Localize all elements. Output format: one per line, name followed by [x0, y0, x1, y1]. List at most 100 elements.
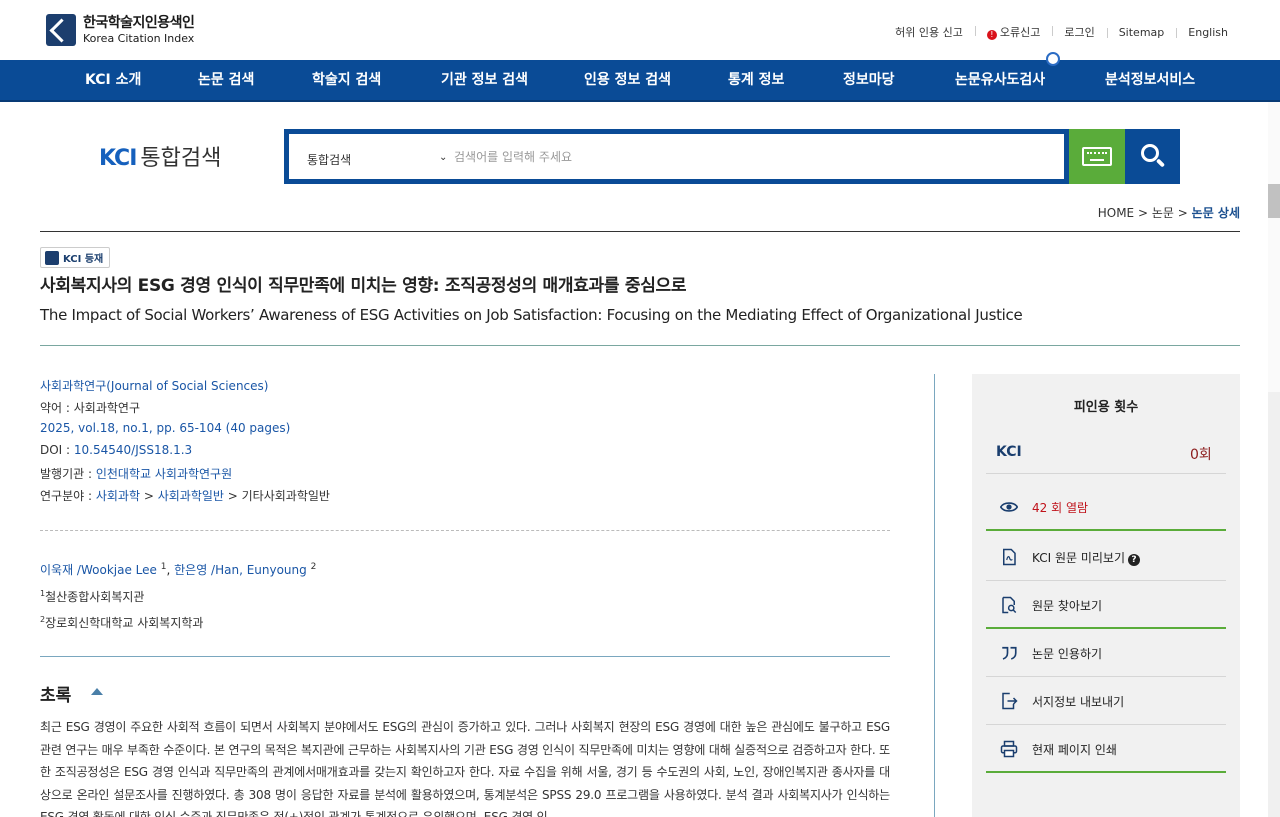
- breadcrumb-separator: >: [1177, 206, 1188, 220]
- english-link[interactable]: English: [1176, 26, 1240, 39]
- authors: 이욱재 /Wookjae Lee 1, 한은영 /Han, Eunyoung 2: [40, 562, 317, 577]
- logo-korean: 한국학술지인용색인: [83, 15, 195, 31]
- divider: [986, 473, 1226, 474]
- eye-icon: [1000, 502, 1018, 512]
- nav-institution-search[interactable]: 기관 정보 검색: [441, 60, 528, 100]
- alert-icon: !: [986, 30, 997, 40]
- kci-integrated-search-brand: KCI 통합검색: [99, 140, 221, 172]
- abstract-text: 최근 ESG 경영이 주요한 사회적 흐름이 되면서 사회복지 분야에서도 ES…: [40, 720, 890, 817]
- search-icon-handle: [1155, 158, 1166, 168]
- field-general-link[interactable]: 사회과학일반: [158, 489, 224, 503]
- nav-analysis-service[interactable]: 분석정보서비스: [1105, 60, 1195, 100]
- abstract-heading: 초록: [40, 686, 72, 706]
- find-original-label: 원문 찾아보기: [1032, 599, 1103, 613]
- dashed-divider: [40, 530, 890, 531]
- badge-label: KCI 등재: [63, 254, 104, 265]
- publisher-label: 발행기관 :: [40, 467, 96, 481]
- quote-icon: [1002, 646, 1017, 660]
- search-scope-value: 통합검색: [307, 153, 352, 167]
- field-other: 기타사회과학일반: [241, 489, 330, 503]
- brand-text: 통합검색: [140, 146, 222, 171]
- view-count: 42 회 열람: [1032, 501, 1089, 515]
- divider: [40, 231, 1240, 232]
- publisher-link[interactable]: 인천대학교 사회과학연구원: [96, 467, 232, 481]
- login-link[interactable]: 로그인: [1052, 24, 1106, 40]
- collapse-caret-icon[interactable]: [91, 688, 103, 695]
- logo-english: Korea Citation Index: [83, 32, 195, 45]
- column-divider: [934, 374, 935, 817]
- kci-citation-row: KCI 0회: [986, 374, 1226, 463]
- export-bibliography-button[interactable]: 서지정보 내보내기: [986, 677, 1226, 725]
- nav-similarity-check[interactable]: 논문유사도검사: [955, 60, 1045, 100]
- cite-paper-label: 논문 인용하기: [1032, 647, 1103, 661]
- utility-links: 허위 인용 신고 ! 오류신고 로그인 Sitemap English: [883, 24, 1240, 40]
- divider: [40, 656, 890, 657]
- keyboard-icon: [1082, 147, 1112, 166]
- print-page-label: 현재 페이지 인쇄: [1032, 743, 1117, 757]
- kci-preview-button[interactable]: KCI 원문 미리보기?: [986, 533, 1226, 581]
- abbr-label: 약어 :: [40, 401, 74, 415]
- abbr-value: 사회과학연구: [73, 401, 141, 415]
- journal-link[interactable]: 사회과학연구(Journal of Social Sciences): [40, 377, 268, 394]
- document-search-icon: [1002, 596, 1017, 614]
- doi: DOI : 10.54540/JSS18.1.3: [40, 443, 192, 457]
- page-scrollbar[interactable]: [1268, 102, 1280, 817]
- search-box: 통합검색 ⌄: [284, 129, 1069, 184]
- virtual-keyboard-button[interactable]: [1069, 129, 1125, 184]
- breadcrumb-current: 논문 상세: [1191, 206, 1240, 220]
- kci-citation-label: KCI: [996, 444, 1022, 460]
- search-scope-select[interactable]: 통합검색 ⌄: [307, 151, 447, 168]
- breadcrumb-home[interactable]: HOME: [1098, 206, 1134, 220]
- brand-kci: KCI: [99, 146, 137, 171]
- author-sup: 1: [160, 562, 167, 572]
- help-icon[interactable]: ?: [1128, 554, 1141, 566]
- field-label: 연구분야 :: [40, 489, 96, 503]
- nav-statistics[interactable]: 통계 정보: [728, 60, 784, 100]
- nav-citation-search[interactable]: 인용 정보 검색: [584, 60, 671, 100]
- kci-badge-icon: [45, 250, 59, 265]
- printer-icon: [1000, 740, 1018, 758]
- false-citation-report-link[interactable]: 허위 인용 신고: [883, 24, 975, 40]
- author-link[interactable]: 이욱재 /Wookjae Lee: [40, 563, 157, 577]
- doi-label: DOI :: [40, 443, 74, 457]
- nav-info-board[interactable]: 정보마당: [843, 60, 895, 100]
- doi-link[interactable]: 10.54540/JSS18.1.3: [74, 443, 192, 457]
- find-original-button[interactable]: 원문 찾아보기: [986, 581, 1226, 629]
- divider: [40, 345, 1240, 346]
- side-panel: 피인용 횟수 KCI 0회 42 회 열람 KCI 원문 미리보기? 원문 찾아…: [972, 374, 1240, 817]
- kci-logo[interactable]: 한국학술지인용색인 Korea Citation Index: [46, 14, 195, 46]
- volume-info-link[interactable]: 2025, vol.18, no.1, pp. 65-104 (40 pages…: [40, 421, 290, 435]
- affiliation: 1철산종합사회복지관: [40, 588, 144, 605]
- error-report-link[interactable]: ! 오류신고: [974, 24, 1052, 40]
- magnifier-badge-icon: [1046, 52, 1060, 66]
- print-page-button[interactable]: 현재 페이지 인쇄: [986, 725, 1226, 773]
- scrollbar-track: [1268, 102, 1280, 392]
- top-header: 한국학술지인용색인 Korea Citation Index 허위 인용 신고 …: [0, 0, 1280, 60]
- nav-kci-intro[interactable]: KCI 소개: [85, 60, 141, 100]
- nav-journal-search[interactable]: 학술지 검색: [312, 60, 381, 100]
- green-divider: [986, 529, 1226, 531]
- export-icon: [1002, 692, 1018, 710]
- paper-title-english: The Impact of Social Workers’ Awareness …: [40, 306, 1023, 324]
- field-social-science-link[interactable]: 사회과학: [96, 489, 140, 503]
- aff-text: 장로회신학대학교 사회복지학과: [45, 616, 204, 630]
- pdf-file-icon: [1003, 548, 1016, 566]
- kci-preview-text: KCI 원문 미리보기: [1032, 551, 1126, 565]
- kci-logo-icon: [46, 14, 76, 46]
- sitemap-link[interactable]: Sitemap: [1106, 26, 1177, 39]
- kci-preview-label: KCI 원문 미리보기?: [1032, 549, 1141, 566]
- chevron-down-icon: ⌄: [439, 152, 448, 163]
- affiliation: 2장로회신학대학교 사회복지학과: [40, 614, 203, 631]
- green-divider: [986, 771, 1226, 773]
- search-input[interactable]: [454, 144, 1054, 169]
- breadcrumb-separator: >: [1137, 206, 1149, 220]
- cite-paper-button[interactable]: 논문 인용하기: [986, 629, 1226, 677]
- error-report-label: 오류신고: [999, 26, 1041, 39]
- author-link[interactable]: 한은영 /Han, Eunyoung: [174, 563, 307, 577]
- scrollbar-thumb[interactable]: [1268, 184, 1280, 218]
- nav-paper-search[interactable]: 논문 검색: [198, 60, 254, 100]
- search-button[interactable]: [1125, 129, 1180, 184]
- export-bibliography-label: 서지정보 내보내기: [1032, 695, 1125, 709]
- research-field: 연구분야 : 사회과학 > 사회과학일반 > 기타사회과학일반: [40, 489, 330, 503]
- breadcrumb-paper[interactable]: 논문: [1152, 206, 1174, 220]
